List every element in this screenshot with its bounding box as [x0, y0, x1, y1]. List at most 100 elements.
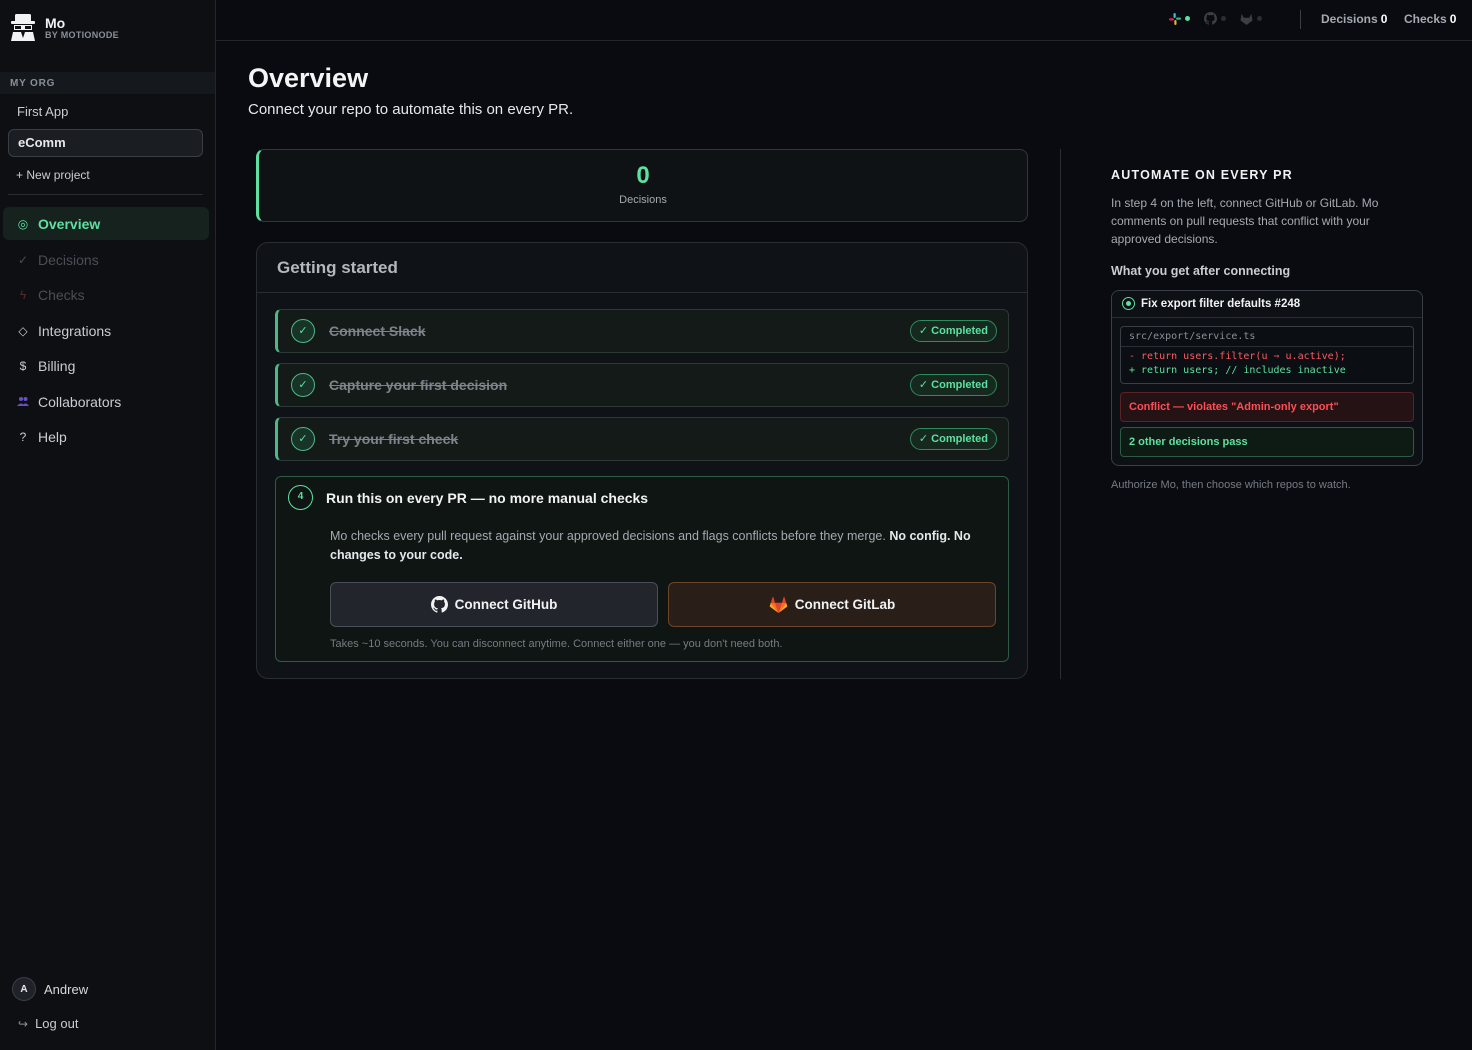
user-name: Andrew — [44, 981, 89, 997]
nav-overview-label: Overview — [38, 215, 101, 232]
page-title: Overview — [248, 63, 369, 93]
project-first-app[interactable]: First App — [8, 98, 203, 126]
step-connect-slack[interactable]: ✓ Connect Slack ✓ Completed — [275, 309, 1009, 353]
question-icon: ? — [19, 429, 27, 444]
nav-checks[interactable]: ϟ Checks — [3, 278, 209, 311]
completed-badge: ✓ Completed — [909, 374, 997, 396]
check-icon: ✓ — [17, 252, 29, 267]
project-ecomm[interactable]: eComm — [8, 129, 203, 157]
nav-overview[interactable]: ◎ Overview — [3, 207, 209, 240]
nav-integrations-label: Integrations — [38, 322, 112, 339]
new-project-label: New project — [26, 168, 90, 182]
github-disconnected-dot — [1221, 16, 1226, 21]
sidebar: Mo BY MOTIONODE MY ORG First App eComm +… — [0, 0, 216, 1050]
completed-badge: ✓ Completed — [909, 428, 997, 450]
slack-icon — [1169, 12, 1181, 25]
nav-billing[interactable]: $ Billing — [3, 349, 209, 382]
brand[interactable]: Mo BY MOTIONODE — [10, 12, 119, 42]
sidebar-divider — [8, 194, 203, 195]
github-status[interactable] — [1204, 12, 1226, 25]
panel-divider — [1060, 149, 1061, 679]
nav-collaborators[interactable]: Collaborators — [3, 385, 209, 418]
top-checks-value: 0 — [1449, 12, 1457, 26]
automate-description: In step 4 on the left, connect GitHub or… — [1111, 196, 1379, 246]
pr-title: Fix export filter defaults #248 — [1141, 297, 1301, 310]
step-label: Connect Slack — [329, 323, 426, 339]
step-label: Try your first check — [329, 431, 459, 447]
step-number: 4 — [288, 485, 313, 510]
top-checks-count[interactable]: Checks 0 — [1404, 12, 1456, 26]
step-connect-repo: 4 Run this on every PR — no more manual … — [275, 476, 1009, 662]
getting-started-divider — [257, 292, 1027, 293]
step4-note: Takes ~10 seconds. You can disconnect an… — [330, 638, 783, 650]
github-icon — [430, 596, 448, 613]
bolt-icon: ϟ — [19, 287, 27, 302]
code-diff: src/export/service.ts - return users.fil… — [1120, 326, 1414, 384]
top-decisions-count[interactable]: Decisions 0 — [1321, 12, 1387, 26]
decisions-stat-card[interactable]: 0 Decisions — [256, 149, 1028, 222]
code-filename: src/export/service.ts — [1121, 327, 1413, 347]
avatar: A — [12, 977, 36, 1001]
brand-subtitle: BY MOTIONODE — [45, 30, 119, 40]
connect-github-button[interactable]: Connect GitHub — [330, 582, 658, 627]
pass-notice: 2 other decisions pass — [1120, 427, 1414, 457]
step-capture-decision[interactable]: ✓ Capture your first decision ✓ Complete… — [275, 363, 1009, 407]
pr-header: Fix export filter defaults #248 — [1122, 297, 1300, 310]
completed-check-icon: ✓ — [291, 373, 315, 397]
diamond-icon: ◇ — [18, 323, 28, 338]
connect-gitlab-label: Connect GitLab — [794, 597, 896, 612]
pr-open-icon — [1122, 297, 1135, 310]
brand-name: Mo — [45, 15, 66, 31]
nav-decisions[interactable]: ✓ Decisions — [3, 243, 209, 276]
github-icon — [1204, 12, 1217, 25]
completed-check-icon: ✓ — [291, 427, 315, 451]
connect-gitlab-button[interactable]: Connect GitLab — [668, 582, 996, 627]
step4-title: Run this on every PR — no more manual ch… — [326, 490, 649, 506]
new-project-button[interactable]: + New project — [16, 168, 90, 182]
nav-billing-label: Billing — [38, 357, 76, 374]
gitlab-icon — [769, 596, 788, 613]
dollar-icon: $ — [19, 358, 27, 373]
step-first-check[interactable]: ✓ Try your first check ✓ Completed — [275, 417, 1009, 461]
logout-button[interactable]: ↪ Log out — [18, 1016, 78, 1031]
conflict-alert: Conflict — violates "Admin-only export" — [1120, 392, 1414, 422]
nav-collaborators-label: Collaborators — [38, 393, 122, 410]
nav-help[interactable]: ? Help — [3, 420, 209, 453]
code-removed-line: - return users.filter(u ⇒ u.active); — [1129, 351, 1346, 362]
people-icon — [17, 395, 29, 409]
org-header: MY ORG — [0, 72, 215, 94]
topbar: Decisions 0 Checks 0 — [216, 0, 1472, 41]
completed-badge: ✓ Completed — [909, 320, 997, 342]
integration-status — [1169, 12, 1276, 25]
slack-status[interactable] — [1169, 12, 1190, 25]
nav-checks-label: Checks — [38, 286, 85, 303]
plus-icon: + — [16, 168, 24, 182]
decisions-stat-value: 0 — [636, 162, 650, 189]
step4-description: Mo checks every pull request against you… — [330, 529, 971, 562]
top-checks-label: Checks — [1404, 12, 1447, 26]
nav-help-label: Help — [38, 428, 67, 445]
logout-label: Log out — [35, 1016, 79, 1031]
user-profile[interactable]: A Andrew — [12, 977, 88, 1001]
slack-connected-dot — [1185, 16, 1190, 21]
top-decisions-label: Decisions — [1321, 12, 1378, 26]
nav-decisions-label: Decisions — [38, 251, 99, 268]
top-decisions-value: 0 — [1380, 12, 1388, 26]
gitlab-status[interactable] — [1240, 13, 1262, 25]
overview-icon: ◎ — [17, 216, 29, 231]
nav-integrations[interactable]: ◇ Integrations — [3, 314, 209, 347]
automate-title: AUTOMATE ON EVERY PR — [1111, 168, 1293, 182]
getting-started-title: Getting started — [277, 258, 398, 277]
after-connecting-label: What you get after connecting — [1111, 264, 1291, 278]
gitlab-disconnected-dot — [1257, 16, 1262, 21]
spy-logo-icon — [11, 14, 35, 41]
connect-github-label: Connect GitHub — [454, 597, 558, 612]
pr-preview-card: Fix export filter defaults #248 src/expo… — [1111, 290, 1423, 466]
gitlab-icon — [1240, 13, 1253, 25]
completed-check-icon: ✓ — [291, 319, 315, 343]
getting-started-card: Getting started ✓ Connect Slack ✓ Comple… — [256, 242, 1028, 679]
step-label: Capture your first decision — [329, 377, 508, 393]
page-subtitle: Connect your repo to automate this on ev… — [248, 101, 574, 118]
pr-header-divider — [1112, 317, 1422, 318]
decisions-stat-label: Decisions — [619, 194, 667, 206]
